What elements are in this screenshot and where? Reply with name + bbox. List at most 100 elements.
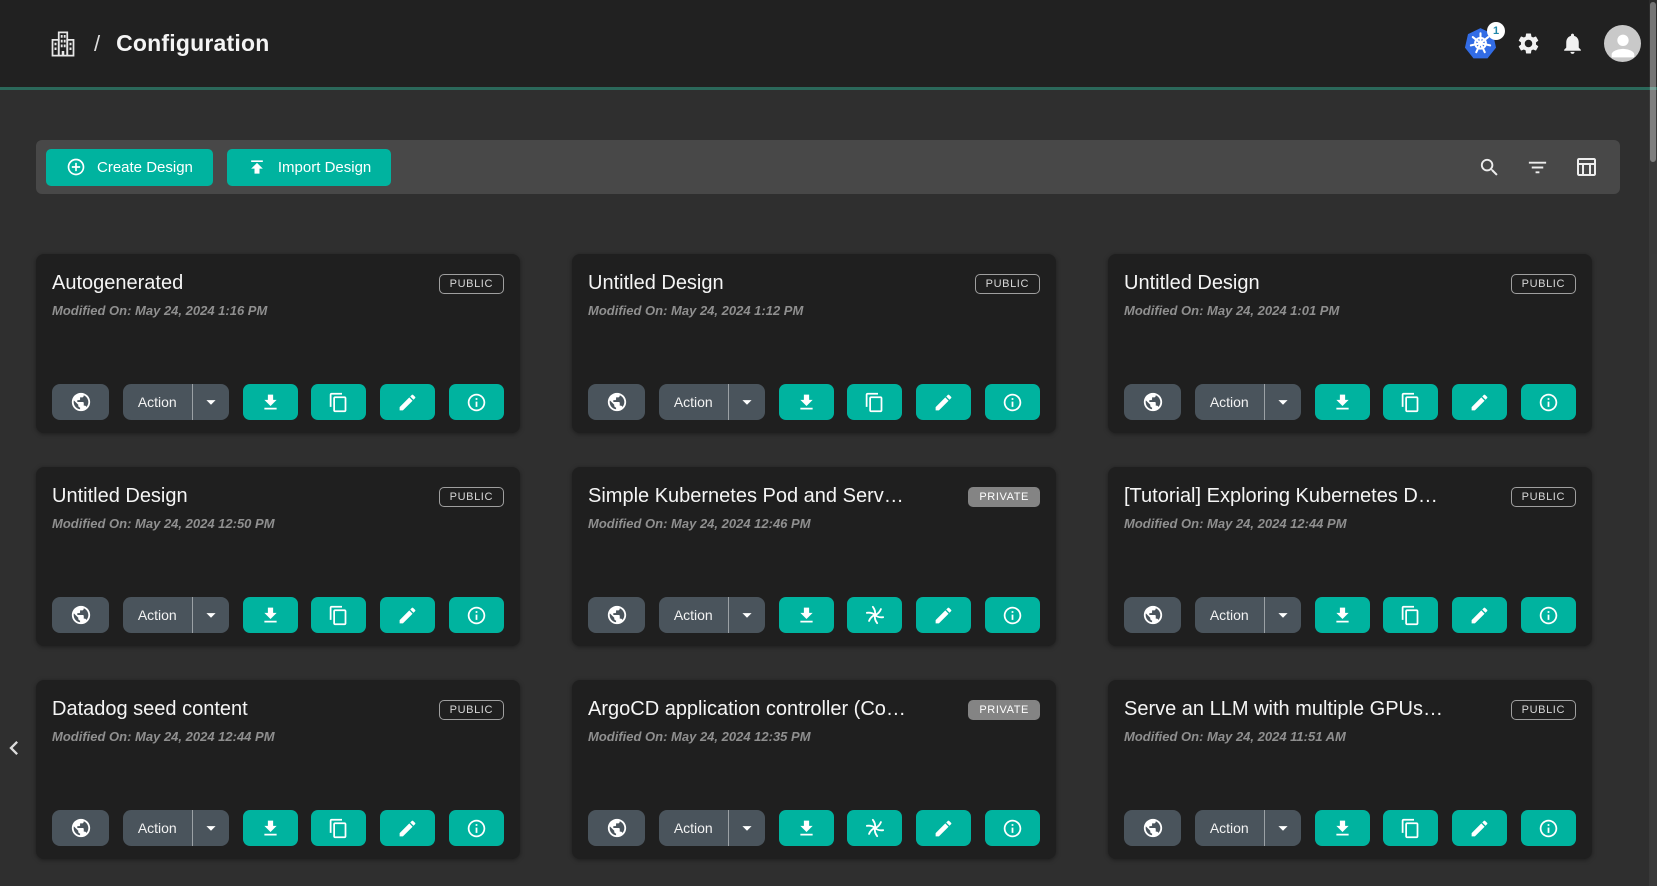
download-button[interactable] xyxy=(779,597,834,633)
design-swirl-button[interactable] xyxy=(847,597,902,633)
visibility-globe-button[interactable] xyxy=(588,384,645,420)
modified-on-text: Modified On: May 24, 2024 11:51 AM xyxy=(1124,729,1576,744)
modified-on-text: Modified On: May 24, 2024 1:16 PM xyxy=(52,303,504,318)
action-dropdown-button[interactable]: Action xyxy=(1195,597,1301,633)
card-actions: Action xyxy=(588,384,1040,420)
action-label: Action xyxy=(123,394,192,410)
scrollbar-track[interactable] xyxy=(1649,0,1657,886)
modified-on-text: Modified On: May 24, 2024 1:12 PM xyxy=(588,303,1040,318)
visibility-globe-button[interactable] xyxy=(52,810,109,846)
info-button[interactable] xyxy=(1521,597,1576,633)
action-caret[interactable] xyxy=(193,604,229,626)
clone-button[interactable] xyxy=(311,384,366,420)
swirl-icon xyxy=(864,604,886,626)
settings-gear-button[interactable] xyxy=(1516,31,1541,56)
pencil-icon xyxy=(397,818,418,839)
design-card: ArgoCD application controller (Co… PRIVA… xyxy=(572,680,1056,859)
user-avatar[interactable] xyxy=(1604,25,1641,62)
action-caret[interactable] xyxy=(193,817,229,839)
visibility-globe-button[interactable] xyxy=(588,810,645,846)
info-icon xyxy=(1538,392,1559,413)
edit-button[interactable] xyxy=(1452,384,1507,420)
card-actions: Action xyxy=(1124,597,1576,633)
visibility-badge: PUBLIC xyxy=(1511,274,1576,294)
edit-button[interactable] xyxy=(380,384,435,420)
globe-icon xyxy=(70,391,92,413)
create-design-button[interactable]: Create Design xyxy=(46,149,213,186)
download-icon xyxy=(796,818,817,839)
visibility-globe-button[interactable] xyxy=(1124,597,1181,633)
action-dropdown-button[interactable]: Action xyxy=(1195,810,1301,846)
clone-button[interactable] xyxy=(1383,384,1438,420)
edit-button[interactable] xyxy=(916,597,971,633)
action-caret[interactable] xyxy=(729,604,765,626)
download-button[interactable] xyxy=(1315,810,1370,846)
info-button[interactable] xyxy=(449,810,504,846)
clone-button[interactable] xyxy=(1383,810,1438,846)
scrollbar-thumb[interactable] xyxy=(1650,2,1656,162)
info-button[interactable] xyxy=(985,597,1040,633)
visibility-globe-button[interactable] xyxy=(52,384,109,420)
info-icon xyxy=(1002,818,1023,839)
design-title: Datadog seed content xyxy=(52,698,248,721)
edit-button[interactable] xyxy=(1452,810,1507,846)
kubernetes-context-button[interactable]: 1 xyxy=(1464,27,1497,60)
import-design-button[interactable]: Import Design xyxy=(227,149,391,186)
notifications-button[interactable] xyxy=(1560,31,1585,56)
design-swirl-button[interactable] xyxy=(847,810,902,846)
action-dropdown-button[interactable]: Action xyxy=(123,810,229,846)
collapse-panel-chevron[interactable] xyxy=(0,734,28,762)
action-caret[interactable] xyxy=(1265,604,1301,626)
action-dropdown-button[interactable]: Action xyxy=(1195,384,1301,420)
action-caret[interactable] xyxy=(729,391,765,413)
action-dropdown-button[interactable]: Action xyxy=(659,597,765,633)
action-caret[interactable] xyxy=(729,817,765,839)
action-dropdown-button[interactable]: Action xyxy=(659,810,765,846)
info-button[interactable] xyxy=(1521,810,1576,846)
clone-button[interactable] xyxy=(847,384,902,420)
info-button[interactable] xyxy=(1521,384,1576,420)
visibility-globe-button[interactable] xyxy=(588,597,645,633)
table-view-button[interactable] xyxy=(1574,155,1598,179)
edit-button[interactable] xyxy=(916,384,971,420)
search-button[interactable] xyxy=(1478,156,1501,179)
action-dropdown-button[interactable]: Action xyxy=(659,384,765,420)
modified-on-text: Modified On: May 24, 2024 12:50 PM xyxy=(52,516,504,531)
info-button[interactable] xyxy=(449,597,504,633)
info-button[interactable] xyxy=(985,384,1040,420)
action-label: Action xyxy=(659,820,728,836)
edit-button[interactable] xyxy=(380,810,435,846)
download-button[interactable] xyxy=(243,384,298,420)
action-dropdown-button[interactable]: Action xyxy=(123,597,229,633)
action-caret[interactable] xyxy=(1265,817,1301,839)
download-button[interactable] xyxy=(243,810,298,846)
download-button[interactable] xyxy=(1315,384,1370,420)
visibility-globe-button[interactable] xyxy=(52,597,109,633)
clone-button[interactable] xyxy=(311,810,366,846)
edit-button[interactable] xyxy=(380,597,435,633)
action-caret[interactable] xyxy=(193,391,229,413)
edit-button[interactable] xyxy=(916,810,971,846)
clone-button[interactable] xyxy=(1383,597,1438,633)
design-title: Autogenerated xyxy=(52,272,183,295)
building-icon[interactable] xyxy=(48,29,78,59)
globe-icon xyxy=(606,817,628,839)
visibility-badge: PUBLIC xyxy=(975,274,1040,294)
visibility-globe-button[interactable] xyxy=(1124,384,1181,420)
download-button[interactable] xyxy=(243,597,298,633)
filter-button[interactable] xyxy=(1526,156,1549,179)
download-button[interactable] xyxy=(1315,597,1370,633)
clone-button[interactable] xyxy=(311,597,366,633)
info-button[interactable] xyxy=(985,810,1040,846)
action-label: Action xyxy=(659,607,728,623)
action-dropdown-button[interactable]: Action xyxy=(123,384,229,420)
download-button[interactable] xyxy=(779,384,834,420)
download-icon xyxy=(260,392,281,413)
visibility-globe-button[interactable] xyxy=(1124,810,1181,846)
edit-button[interactable] xyxy=(1452,597,1507,633)
modified-on-text: Modified On: May 24, 2024 12:44 PM xyxy=(52,729,504,744)
info-button[interactable] xyxy=(449,384,504,420)
download-button[interactable] xyxy=(779,810,834,846)
action-caret[interactable] xyxy=(1265,391,1301,413)
pencil-icon xyxy=(933,605,954,626)
